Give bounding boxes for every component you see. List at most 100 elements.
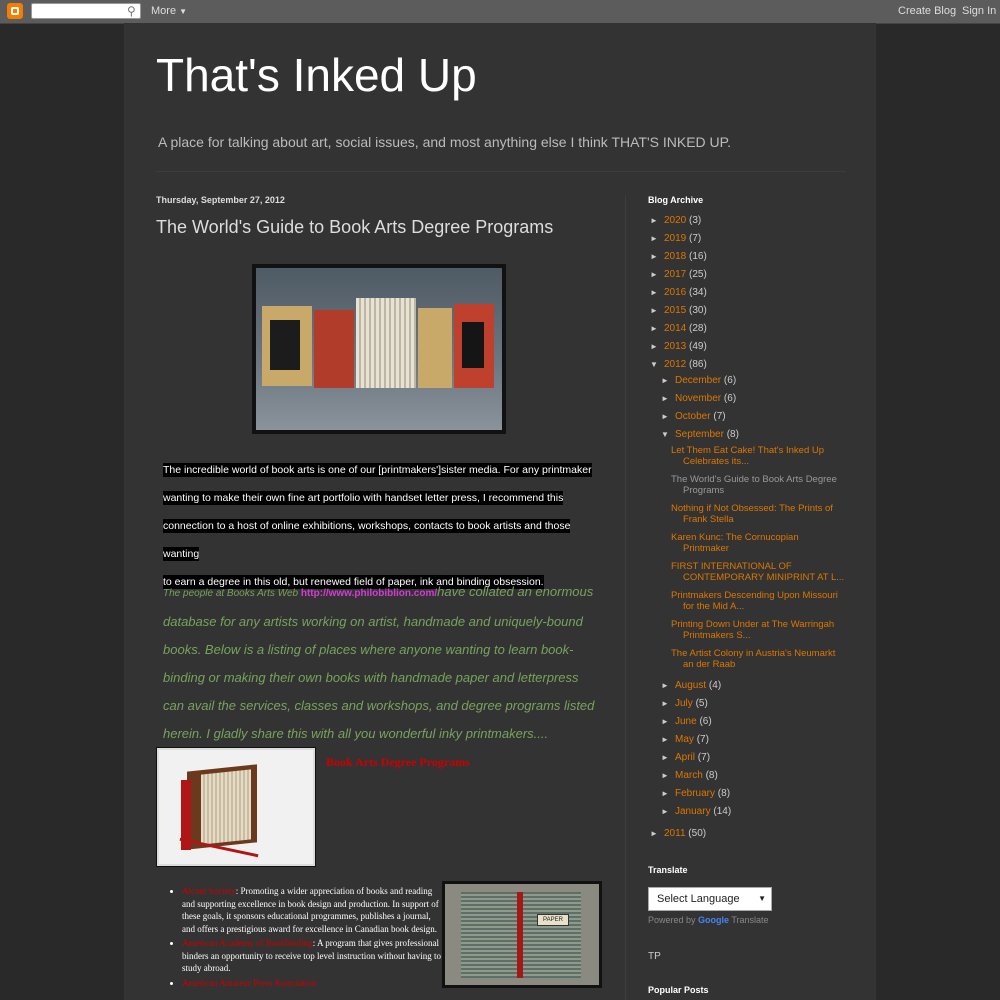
expand-right-icon[interactable]: ► — [661, 681, 675, 690]
archive-item-year[interactable]: ► 2015 (30) — [650, 305, 707, 316]
archive-post-link[interactable]: Printmakers Descending Upon Missouri for … — [671, 590, 846, 612]
expand-right-icon[interactable]: ► — [650, 216, 664, 225]
expand-right-icon[interactable]: ► — [661, 699, 675, 708]
archive-link[interactable]: March — [675, 770, 703, 781]
expand-right-icon[interactable]: ► — [650, 234, 664, 243]
book-sculpture-image — [256, 268, 502, 430]
archive-link[interactable]: 2017 — [664, 269, 686, 280]
expand-right-icon[interactable]: ► — [661, 394, 675, 403]
intro-line: wanting to make their own fine art portf… — [163, 491, 564, 505]
archive-item-year[interactable]: ► 2013 (49) — [650, 341, 707, 352]
expand-right-icon[interactable]: ► — [661, 753, 675, 762]
archive-item-month[interactable]: ► May (7) — [661, 734, 709, 745]
archive-item-month[interactable]: ► June (6) — [661, 716, 712, 727]
archive-link[interactable]: July — [675, 698, 693, 709]
create-blog-link[interactable]: Create Blog — [898, 5, 956, 17]
post-hero-image[interactable] — [252, 264, 506, 434]
search-input[interactable] — [31, 3, 141, 19]
archive-item-month[interactable]: ► October (7) — [661, 411, 726, 422]
archive-item-year[interactable]: ► 2016 (34) — [650, 287, 707, 298]
archive-post-link[interactable]: Nothing if Not Obsessed: The Prints of Fr… — [671, 503, 846, 525]
translate-link[interactable]: Translate — [729, 915, 768, 925]
expand-right-icon[interactable]: ► — [661, 376, 675, 385]
archive-link[interactable]: January — [675, 806, 711, 817]
language-select[interactable]: Select Language ▼ — [648, 887, 772, 911]
archive-item-year[interactable]: ▼ 2012 (86) — [650, 359, 707, 370]
archive-count: (4) — [708, 680, 722, 691]
archive-item-month[interactable]: ► November (6) — [661, 393, 736, 404]
program-link[interactable]: American Amateur Press Association — [182, 978, 316, 988]
archive-link[interactable]: August — [675, 680, 706, 691]
search-icon[interactable]: ⚲ — [127, 4, 139, 18]
post-title[interactable]: The World's Guide to Book Arts Degree Pr… — [156, 217, 553, 238]
archive-link[interactable]: April — [675, 752, 695, 763]
paper-book-photo: PAPER — [445, 884, 599, 985]
archive-item-month[interactable]: ► January (14) — [661, 806, 731, 817]
expand-right-icon[interactable]: ► — [650, 252, 664, 261]
archive-post-link[interactable]: Let Them Eat Cake! That's Inked Up Celebr… — [671, 445, 846, 467]
expand-right-icon[interactable]: ► — [661, 807, 675, 816]
archive-link[interactable]: May — [675, 734, 694, 745]
program-link[interactable]: Alcuin Society — [182, 886, 236, 896]
blogger-logo-icon[interactable] — [7, 3, 23, 19]
archive-link[interactable]: 2012 — [664, 359, 686, 370]
archive-item-year[interactable]: ► 2018 (16) — [650, 251, 707, 262]
archive-link[interactable]: 2015 — [664, 305, 686, 316]
archive-link[interactable]: November — [675, 393, 721, 404]
expand-right-icon[interactable]: ► — [661, 771, 675, 780]
archive-post-link[interactable]: Karen Kunc: The Cornucopian Printmaker — [671, 532, 846, 554]
archive-post-link[interactable]: The Artist Colony in Austria's Neumarkt a… — [671, 648, 846, 670]
archive-item-year[interactable]: ► 2020 (3) — [650, 215, 701, 226]
archive-count: (8) — [705, 770, 718, 781]
expand-right-icon[interactable]: ► — [661, 412, 675, 421]
archive-link[interactable]: 2011 — [664, 828, 686, 839]
archive-post-title: Nothing if Not Obsessed: The Prints of — [671, 503, 833, 514]
blog-title[interactable]: That's Inked Up — [156, 48, 477, 102]
degree-programs-heading[interactable]: Book Arts Degree Programs — [326, 755, 470, 770]
expand-right-icon[interactable]: ► — [650, 829, 664, 838]
archive-item-month[interactable]: ► August (4) — [661, 680, 721, 691]
bound-book-image[interactable] — [156, 747, 316, 867]
expand-right-icon[interactable]: ► — [650, 306, 664, 315]
archive-link[interactable]: June — [675, 716, 697, 727]
archive-link[interactable]: September — [675, 429, 724, 440]
archive-post-link[interactable]: Printing Down Under at The Warringah Prin… — [671, 619, 846, 641]
expand-right-icon[interactable]: ► — [661, 717, 675, 726]
archive-link[interactable]: October — [675, 411, 711, 422]
archive-link[interactable]: 2020 — [664, 215, 686, 226]
google-logo[interactable]: Google — [698, 915, 729, 925]
archive-count: (50) — [688, 828, 707, 839]
expand-right-icon[interactable]: ► — [650, 288, 664, 297]
sign-in-link[interactable]: Sign In — [962, 5, 996, 17]
more-menu[interactable]: More ▼ — [151, 5, 187, 17]
archive-item-month[interactable]: ► February (8) — [661, 788, 730, 799]
archive-post-link[interactable]: The World's Guide to Book Arts Degree Pro… — [671, 474, 846, 496]
archive-item-month[interactable]: ► December (6) — [661, 375, 736, 386]
expand-right-icon[interactable]: ► — [650, 342, 664, 351]
paper-book-image[interactable]: PAPER — [442, 881, 602, 988]
archive-item-year[interactable]: ► 2017 (25) — [650, 269, 707, 280]
archive-link[interactable]: 2013 — [664, 341, 686, 352]
archive-link[interactable]: February — [675, 788, 715, 799]
expand-right-icon[interactable]: ► — [650, 324, 664, 333]
archive-link[interactable]: 2014 — [664, 323, 686, 334]
archive-link[interactable]: 2016 — [664, 287, 686, 298]
archive-link[interactable]: 2018 — [664, 251, 686, 262]
philobiblion-link[interactable]: http://www.philobiblion.com/ — [301, 588, 437, 599]
archive-link[interactable]: 2019 — [664, 233, 686, 244]
archive-item-month[interactable]: ► July (5) — [661, 698, 708, 709]
archive-item-year[interactable]: ► 2019 (7) — [650, 233, 701, 244]
expand-right-icon[interactable]: ► — [650, 270, 664, 279]
archive-link[interactable]: December — [675, 375, 721, 386]
expand-down-icon[interactable]: ▼ — [650, 360, 664, 369]
expand-right-icon[interactable]: ► — [661, 735, 675, 744]
archive-item-year[interactable]: ► 2011 (50) — [650, 828, 706, 839]
expand-right-icon[interactable]: ► — [661, 789, 675, 798]
archive-item-month[interactable]: ▼ September (8) — [661, 429, 739, 440]
archive-item-month[interactable]: ► April (7) — [661, 752, 710, 763]
archive-item-month[interactable]: ► March (8) — [661, 770, 718, 781]
archive-post-link[interactable]: FIRST INTERNATIONAL OF CONTEMPORARY MINIP… — [671, 561, 846, 583]
archive-item-year[interactable]: ► 2014 (28) — [650, 323, 707, 334]
program-link[interactable]: American Academy of Bookbinding — [182, 938, 313, 948]
expand-down-icon[interactable]: ▼ — [661, 430, 675, 439]
